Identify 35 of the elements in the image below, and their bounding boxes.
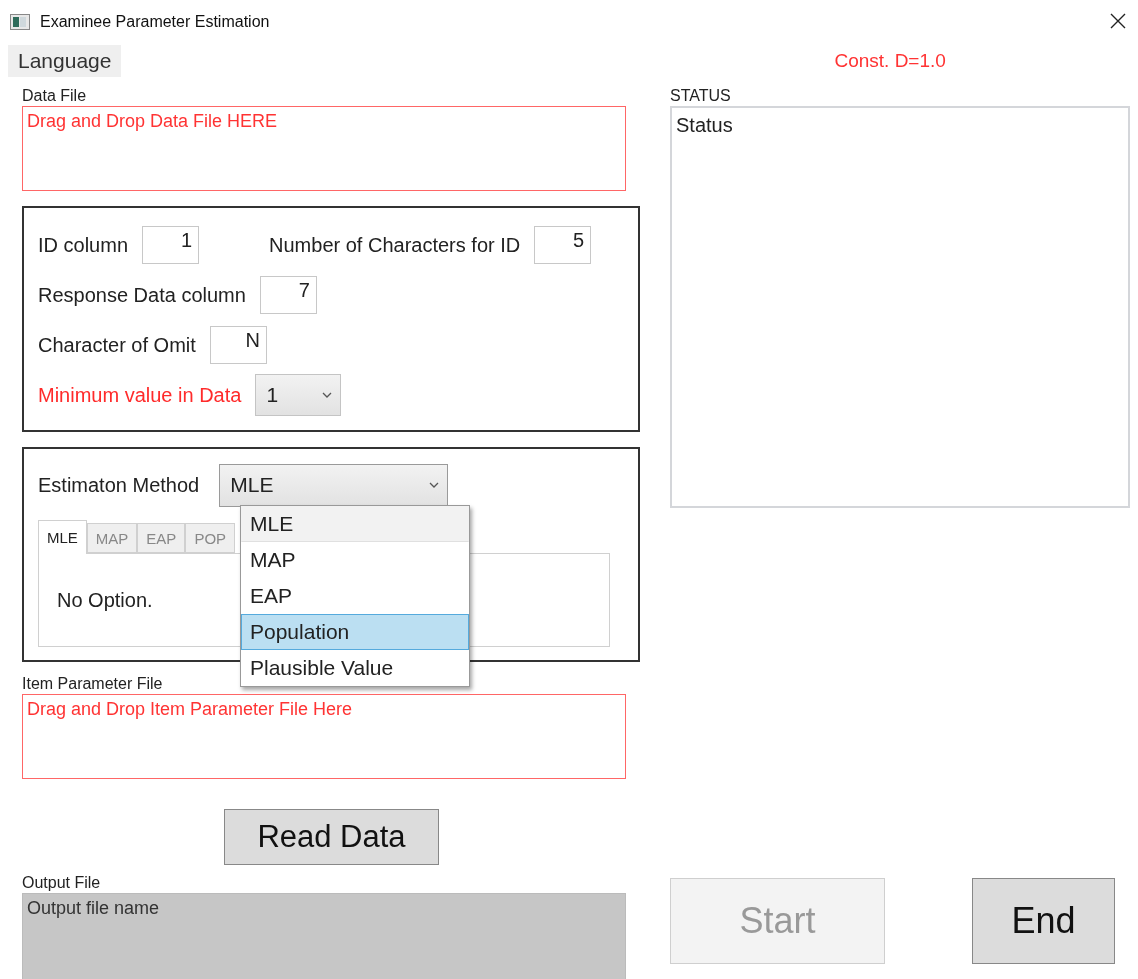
field-label: Estimaton Method xyxy=(38,473,200,497)
end-button[interactable]: End xyxy=(972,878,1115,964)
text-field[interactable]: 1 xyxy=(142,226,200,264)
menu-item[interactable]: Language xyxy=(8,45,122,77)
panel-text: No Option. xyxy=(57,588,153,612)
window-title: Examinee Parameter Estimation xyxy=(40,13,270,31)
field-label: Item Parameter File xyxy=(22,674,164,694)
text-field[interactable]: N xyxy=(209,326,267,364)
field-label: Character of Omit xyxy=(38,333,196,357)
drop-area[interactable]: Drag and Drop Data File HERE xyxy=(22,106,626,191)
chevron-icon xyxy=(322,392,333,398)
field-label: Minimum value in Data xyxy=(38,383,242,407)
drop-area[interactable]: Drag and Drop Item Parameter File Here xyxy=(22,694,626,779)
dropdown-option[interactable]: MLE xyxy=(241,506,469,542)
field-label: Number of Characters for ID xyxy=(269,233,521,257)
field-label: ID column xyxy=(38,233,129,257)
field-label: Data File xyxy=(22,86,88,106)
field-label: Response Data column xyxy=(38,283,246,307)
chevron-icon xyxy=(429,482,440,488)
field-label: STATUS xyxy=(670,86,732,106)
dropdown-option[interactable]: EAP xyxy=(241,578,469,614)
close-icon xyxy=(1110,13,1126,29)
dropdown-option[interactable]: Population xyxy=(241,614,469,650)
dropdown-option[interactable]: MAP xyxy=(241,542,469,578)
dropdown-option[interactable]: Plausible Value xyxy=(241,650,469,686)
constant-label: Const. D=1.0 xyxy=(834,50,946,72)
text-field[interactable]: 7 xyxy=(259,276,317,314)
dropdown[interactable]: 1 xyxy=(255,374,342,416)
app-icon xyxy=(10,14,30,30)
field-label: Output File xyxy=(22,873,102,893)
read-data-button[interactable]: Read Data xyxy=(224,809,439,865)
text-field[interactable]: 5 xyxy=(534,226,592,264)
dropdown[interactable]: MLE xyxy=(219,463,449,507)
tab[interactable]: MLE xyxy=(38,520,87,554)
status-text: Status xyxy=(676,114,733,136)
